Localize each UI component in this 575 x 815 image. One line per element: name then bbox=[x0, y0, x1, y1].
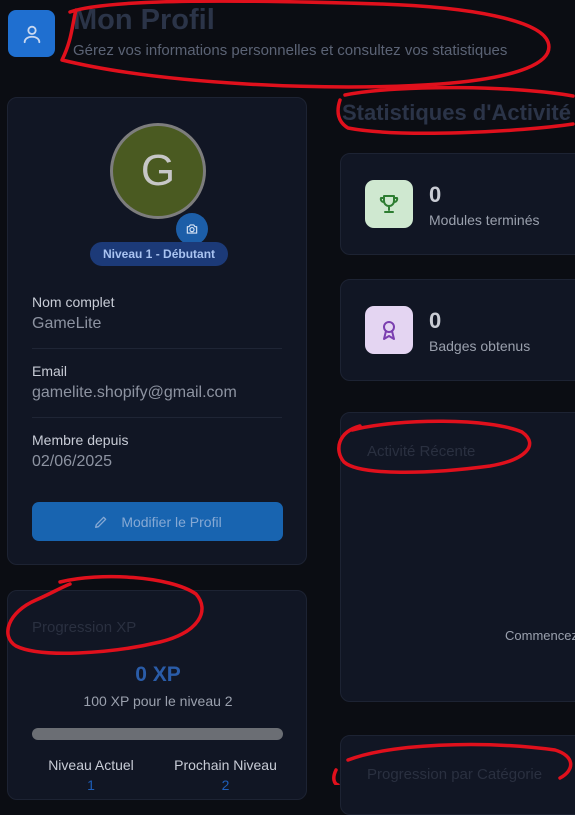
current-level-value: 1 bbox=[87, 777, 95, 793]
award-icon bbox=[365, 306, 413, 354]
recent-activity-title: Activité Récente bbox=[367, 443, 476, 460]
xp-progress-bar bbox=[32, 728, 283, 740]
edit-profile-button[interactable]: Modifier le Profil bbox=[32, 502, 283, 541]
current-level-label: Niveau Actuel bbox=[48, 757, 134, 773]
divider bbox=[32, 417, 282, 418]
xp-card: Progression XP 0 XP 100 XP pour le nivea… bbox=[7, 590, 307, 800]
field-value: gamelite.shopify@gmail.com bbox=[32, 384, 237, 401]
stat-card-modules: 0 Modules terminés bbox=[340, 153, 575, 255]
field-label: Membre depuis bbox=[32, 432, 129, 448]
trophy-icon bbox=[365, 180, 413, 228]
field-value: 02/06/2025 bbox=[32, 453, 113, 470]
field-value: GameLite bbox=[32, 315, 102, 332]
stat-label: Badges obtenus bbox=[429, 338, 531, 354]
field-label: Email bbox=[32, 363, 68, 379]
current-level: Niveau Actuel 1 bbox=[46, 757, 136, 793]
field-full-name: Nom complet GameLite bbox=[32, 294, 282, 333]
camera-icon bbox=[186, 224, 198, 234]
pencil-icon bbox=[95, 516, 107, 528]
stats-title: Statistiques d'Activité bbox=[342, 100, 571, 125]
next-level: Prochain Niveau 2 bbox=[168, 757, 283, 793]
stat-label: Modules terminés bbox=[429, 212, 540, 228]
user-icon bbox=[23, 25, 40, 43]
category-progress-title: Progression par Catégorie bbox=[367, 766, 543, 783]
profile-header-icon bbox=[8, 10, 55, 57]
next-level-value: 2 bbox=[221, 777, 230, 793]
field-member-since: Membre depuis 02/06/2025 bbox=[32, 432, 282, 471]
page-subtitle: Gérez vos informations personnelles et c… bbox=[73, 42, 508, 59]
field-email: Email gamelite.shopify@gmail.com bbox=[32, 363, 282, 402]
stat-value: 0 bbox=[429, 182, 442, 207]
field-label: Nom complet bbox=[32, 294, 115, 310]
edit-profile-label: Modifier le Profil bbox=[121, 513, 222, 530]
xp-card-title: Progression XP bbox=[32, 619, 137, 636]
avatar-container: G bbox=[110, 123, 208, 245]
category-progress-card: Progression par Catégorie bbox=[340, 735, 575, 815]
stat-card-badges: 0 Badges obtenus bbox=[340, 279, 575, 381]
profile-card: G Niveau 1 - Débutant Nom complet GameLi… bbox=[7, 97, 307, 565]
divider bbox=[32, 348, 282, 349]
xp-next-level-text: 100 XP pour le niveau 2 bbox=[83, 693, 233, 709]
next-level-label: Prochain Niveau bbox=[174, 757, 277, 773]
change-photo-button[interactable] bbox=[176, 213, 208, 245]
recent-activity-empty-text: Commencez bbox=[505, 628, 575, 643]
page-title: Mon Profil bbox=[73, 4, 215, 36]
level-badge: Niveau 1 - Débutant bbox=[90, 242, 229, 266]
recent-activity-card: Activité Récente Commencez bbox=[340, 412, 575, 702]
xp-value: 0 XP bbox=[135, 663, 181, 686]
avatar: G bbox=[110, 123, 206, 219]
stat-value: 0 bbox=[429, 308, 442, 333]
